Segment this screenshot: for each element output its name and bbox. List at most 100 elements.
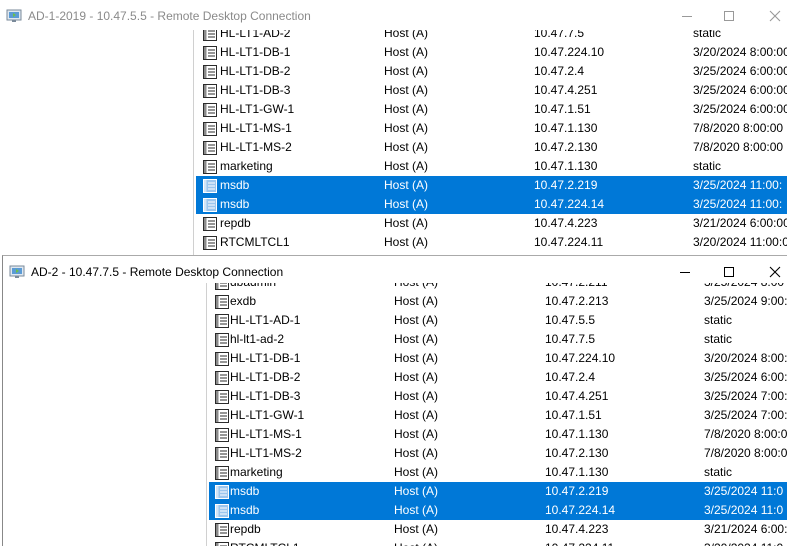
pane-divider[interactable] [193,30,194,255]
tree-pane[interactable] [0,30,193,255]
host-record-icon [202,159,218,175]
record-data: 10.47.2.130 [534,140,597,155]
table-row[interactable]: HL-LT1-DB-3Host (A)10.47.4.2513/25/2024 … [196,81,787,100]
host-record-icon [214,541,230,546]
remote-session-content[interactable]: HL-LT1-AD-2Host (A)10.47.7.5staticHL-LT1… [0,30,787,255]
record-timestamp: static [704,465,732,480]
table-row[interactable]: HL-LT1-AD-2Host (A)10.47.7.5static [196,30,787,43]
record-timestamp: 3/25/2024 11:00: [693,178,782,193]
table-row[interactable]: HL-LT1-AD-1Host (A)10.47.5.5static [209,311,787,330]
record-type: Host (A) [394,484,438,499]
record-timestamp: static [693,30,721,41]
record-type: Host (A) [384,45,428,60]
host-record-icon [202,235,218,251]
record-type: Host (A) [394,522,438,537]
record-name: HL-LT1-DB-3 [230,389,300,404]
record-type: Host (A) [394,541,438,546]
table-row[interactable]: HL-LT1-MS-2Host (A)10.47.2.1307/8/2020 8… [196,138,787,157]
record-type: Host (A) [384,159,428,174]
record-timestamp: 3/25/2024 11:0 [704,503,783,518]
record-data: 10.47.224.10 [545,351,615,366]
record-name: HL-LT1-MS-2 [220,140,292,155]
record-name: HL-LT1-DB-1 [220,45,290,60]
minimize-button[interactable] [664,0,710,32]
record-type: Host (A) [394,408,438,423]
record-timestamp: 3/25/2024 6:00:00 [693,83,787,98]
remote-desktop-icon [6,8,22,24]
record-type: Host (A) [384,235,428,250]
host-record-icon [202,83,218,99]
table-row[interactable]: msdbHost (A)10.47.224.143/25/2024 11:0 [209,501,787,520]
table-row[interactable]: msdbHost (A)10.47.2.2193/25/2024 11:00: [196,176,787,195]
record-timestamp: 3/25/2024 6:00: [704,370,787,385]
record-timestamp: 7/8/2020 8:00:0 [704,427,787,442]
record-data: 10.47.1.130 [545,465,608,480]
pane-divider[interactable] [206,283,207,546]
table-row[interactable]: marketingHost (A)10.47.1.130static [209,463,787,482]
record-timestamp: 3/25/2024 11:00: [693,197,782,212]
table-row[interactable]: HL-LT1-DB-1Host (A)10.47.224.103/20/2024… [209,349,787,368]
host-record-icon [214,370,230,386]
table-row[interactable]: HL-LT1-DB-1Host (A)10.47.224.103/20/2024… [196,43,787,62]
table-row[interactable]: HL-LT1-DB-3Host (A)10.47.4.2513/25/2024 … [209,387,787,406]
record-name: HL-LT1-MS-2 [230,446,302,461]
record-timestamp: 3/25/2024 9:00: [704,294,787,309]
record-data: 10.47.7.5 [534,30,584,41]
close-button[interactable] [752,0,787,32]
record-type: Host (A) [384,102,428,117]
table-row[interactable]: HL-LT1-MS-2Host (A)10.47.2.1307/8/2020 8… [209,444,787,463]
close-icon [769,266,781,278]
table-row[interactable]: msdbHost (A)10.47.224.143/25/2024 11:00: [196,195,787,214]
table-row[interactable]: HL-LT1-GW-1Host (A)10.47.1.513/25/2024 7… [209,406,787,425]
title-bar[interactable]: AD-1-2019 - 10.47.5.5 - Remote Desktop C… [0,0,787,32]
minimize-icon [679,266,691,278]
table-row[interactable]: RTCMLTCL1Host (A)10.47.224.113/20/2024 1… [196,233,787,252]
table-row[interactable]: dbadminHost (A)10.47.2.2113/25/2024 8:00 [209,283,787,292]
host-record-icon [214,389,230,405]
record-data: 10.47.1.130 [534,159,597,174]
record-data: 10.47.2.4 [534,64,584,79]
table-row[interactable]: exdbHost (A)10.47.2.2133/25/2024 9:00: [209,292,787,311]
record-name: dbadmin [230,283,276,290]
record-name: HL-LT1-DB-2 [220,64,290,79]
host-record-icon [202,140,218,156]
host-record-icon [214,294,230,310]
record-name: hl-lt1-ad-2 [230,332,284,347]
table-row[interactable]: repdbHost (A)10.47.4.2233/21/2024 6:00: [209,520,787,539]
remote-session-content[interactable]: dbadminHost (A)10.47.2.2113/25/2024 8:00… [3,283,787,546]
record-type: Host (A) [394,351,438,366]
record-data: 10.47.1.130 [545,427,608,442]
record-data: 10.47.5.5 [545,313,595,328]
host-record-icon [214,484,230,500]
record-data: 10.47.4.223 [534,216,597,231]
record-name: HL-LT1-MS-1 [220,121,292,136]
table-row[interactable]: HL-LT1-MS-1Host (A)10.47.1.1307/8/2020 8… [196,119,787,138]
record-type: Host (A) [384,83,428,98]
host-record-icon [202,121,218,137]
tree-pane[interactable] [3,283,206,546]
record-name: repdb [230,522,261,537]
record-data: 10.47.4.223 [545,522,608,537]
table-row[interactable]: hl-lt1-ad-2Host (A)10.47.7.5static [209,330,787,349]
table-row[interactable]: HL-LT1-DB-2Host (A)10.47.2.43/25/2024 6:… [196,62,787,81]
record-name: msdb [220,197,249,212]
record-timestamp: 3/25/2024 6:00:00 [693,64,787,79]
record-timestamp: 7/8/2020 8:00:00 [693,140,783,155]
host-record-icon [214,283,230,291]
rdp-window-ad1[interactable]: AD-1-2019 - 10.47.5.5 - Remote Desktop C… [0,0,787,255]
record-type: Host (A) [384,121,428,136]
table-row[interactable]: HL-LT1-GW-1Host (A)10.47.1.513/25/2024 6… [196,100,787,119]
record-data: 10.47.2.219 [534,178,597,193]
table-row[interactable]: msdbHost (A)10.47.2.2193/25/2024 11:0 [209,482,787,501]
table-row[interactable]: marketingHost (A)10.47.1.130static [196,157,787,176]
record-timestamp: 3/25/2024 7:00: [704,389,787,404]
minimize-icon [681,10,693,22]
record-timestamp: 3/20/2024 8:00: [704,351,787,366]
maximize-button[interactable] [706,0,752,32]
table-row[interactable]: HL-LT1-MS-1Host (A)10.47.1.1307/8/2020 8… [209,425,787,444]
rdp-window-ad2[interactable]: AD-2 - 10.47.7.5 - Remote Desktop Connec… [2,255,787,546]
record-type: Host (A) [394,389,438,404]
record-type: Host (A) [394,465,438,480]
table-row[interactable]: repdbHost (A)10.47.4.2233/21/2024 6:00:0… [196,214,787,233]
table-row[interactable]: HL-LT1-DB-2Host (A)10.47.2.43/25/2024 6:… [209,368,787,387]
